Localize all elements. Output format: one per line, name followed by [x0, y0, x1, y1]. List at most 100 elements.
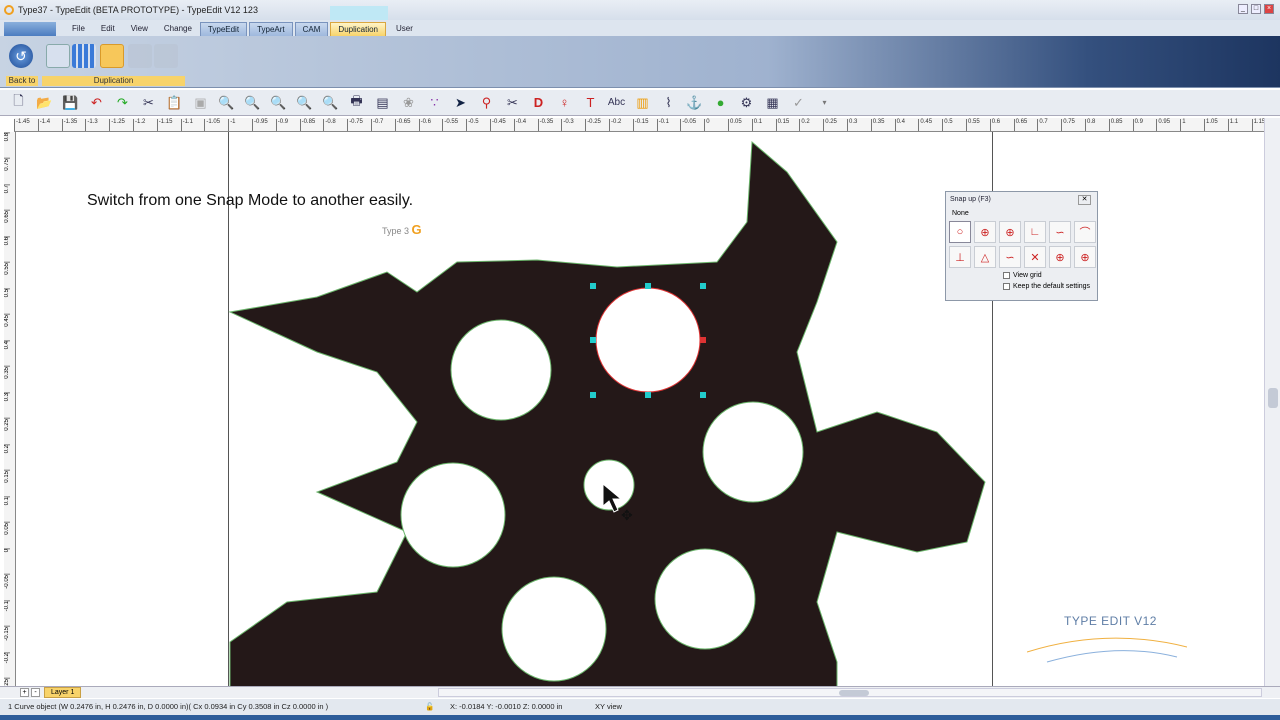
- ruler-label: 0.05: [4, 522, 10, 535]
- ruler-label: -0.55: [442, 119, 458, 131]
- text-frame-icon[interactable]: T: [580, 92, 601, 113]
- tutorial-caption: Switch from one Snap Mode to another eas…: [87, 192, 414, 209]
- horizontal-scrollbar[interactable]: [438, 688, 1262, 697]
- hole: [654, 548, 756, 650]
- ruler-label: 0.4: [4, 340, 10, 350]
- tree-duplicate-icon[interactable]: [46, 44, 70, 68]
- vertical-scrollbar[interactable]: [1264, 118, 1280, 690]
- trim-icon[interactable]: ⌇: [658, 92, 679, 113]
- group-icon[interactable]: ❀: [398, 92, 419, 113]
- clipboard-icon[interactable]: ▣: [190, 92, 211, 113]
- add-layer-button[interactable]: +: [20, 688, 29, 697]
- snap-none-option[interactable]: None: [946, 207, 1097, 221]
- app-menu-button[interactable]: [4, 22, 56, 36]
- snap-perpendicular-icon[interactable]: ∟: [1024, 221, 1046, 243]
- machine-icon[interactable]: ▤: [372, 92, 393, 113]
- paste-icon[interactable]: 📋: [164, 92, 185, 113]
- snap-center-icon[interactable]: ○: [949, 221, 971, 243]
- keep-defaults-checkbox[interactable]: Keep the default settings: [946, 281, 1097, 292]
- print-icon[interactable]: 🖶: [346, 92, 367, 113]
- tab-duplication[interactable]: Duplication: [330, 22, 386, 36]
- menu-edit[interactable]: Edit: [93, 22, 123, 36]
- plugin-icon[interactable]: ⚙: [736, 92, 757, 113]
- ruler-label: 0.8: [4, 132, 10, 142]
- view-grid-checkbox[interactable]: View grid: [946, 270, 1097, 281]
- remove-layer-button[interactable]: -: [31, 688, 40, 697]
- zoom-selection-icon[interactable]: 🔍: [320, 92, 341, 113]
- barcode-icon[interactable]: ▥: [632, 92, 653, 113]
- text-tool-icon[interactable]: Abc: [606, 92, 627, 113]
- node-edit-icon[interactable]: ⚲: [476, 92, 497, 113]
- grid-duplicate-icon[interactable]: [72, 44, 96, 68]
- snap-multi-point-icon[interactable]: ⊕: [1049, 246, 1071, 268]
- ruler-label: -0.8: [323, 119, 336, 131]
- 3d-view-icon[interactable]: ▦: [762, 92, 783, 113]
- select-arrow-icon[interactable]: ➤: [450, 92, 471, 113]
- close-button[interactable]: ×: [1264, 4, 1274, 14]
- snap-intersection-icon[interactable]: ✕: [1024, 246, 1046, 268]
- zoom-extents-icon[interactable]: 🔍: [268, 92, 289, 113]
- menu-user[interactable]: User: [388, 22, 421, 36]
- zoom-icon[interactable]: 🔍: [216, 92, 237, 113]
- lock-icon[interactable]: 🔓: [425, 699, 434, 715]
- back-button[interactable]: ↺: [9, 44, 33, 68]
- new-file-icon[interactable]: 🗋: [8, 92, 29, 113]
- snap-offset-point-icon[interactable]: ⊕: [1074, 246, 1096, 268]
- maximize-button[interactable]: □: [1251, 4, 1261, 14]
- ruler-label: 0.15: [775, 119, 789, 131]
- ruler-label: 0: [704, 119, 710, 131]
- open-icon[interactable]: 📂: [34, 92, 55, 113]
- ruler-label: 0.35: [4, 366, 10, 379]
- ruler-label: 0: [4, 548, 10, 553]
- menu-change[interactable]: Change: [156, 22, 200, 36]
- snap-tangent-icon[interactable]: ⌒: [1074, 221, 1096, 243]
- ruler-label: -0.75: [347, 119, 363, 131]
- tab-typeart[interactable]: TypeArt: [249, 22, 293, 36]
- ruler-label: -0.5: [466, 119, 479, 131]
- toolpath-icon[interactable]: ⚓: [684, 92, 705, 113]
- hole: [702, 401, 804, 503]
- path-duplicate-icon[interactable]: [154, 44, 178, 68]
- menu-view[interactable]: View: [123, 22, 156, 36]
- dimension-icon[interactable]: D: [528, 92, 549, 113]
- ruler-label: 0.4: [894, 119, 905, 131]
- snap-triangle-center-icon[interactable]: △: [974, 246, 996, 268]
- circular-duplicate-icon[interactable]: [100, 44, 124, 68]
- ruler-label: 0.25: [823, 119, 837, 131]
- layer-tab[interactable]: Layer 1: [44, 687, 82, 698]
- ruler-label: -0.2: [609, 119, 621, 131]
- step-duplicate-icon[interactable]: [128, 44, 152, 68]
- ruler-label: -0.45: [490, 119, 506, 131]
- toolbar-overflow-icon[interactable]: ▾: [814, 92, 835, 113]
- snap-panel-close-button[interactable]: ✕: [1078, 195, 1091, 205]
- zoom-page-icon[interactable]: 🔍: [294, 92, 315, 113]
- anchor-icon[interactable]: ♀: [554, 92, 575, 113]
- knife-icon[interactable]: ✂: [502, 92, 523, 113]
- ruler-label: -0.9: [275, 119, 288, 131]
- ruler-label: -0.15: [4, 626, 10, 641]
- zoom-previous-icon[interactable]: 🔍: [242, 92, 263, 113]
- minimize-button[interactable]: _: [1238, 4, 1248, 14]
- snap-grid-icon[interactable]: ⊕: [974, 221, 996, 243]
- snap-on-curve-icon[interactable]: ∽: [1049, 221, 1071, 243]
- ruler-label: -0.15: [632, 119, 648, 131]
- snap-midpoint-icon[interactable]: ∽: [999, 246, 1021, 268]
- back-label: Back to: [6, 76, 38, 86]
- tab-typeedit[interactable]: TypeEdit: [199, 22, 248, 36]
- undo-icon[interactable]: ↶: [86, 92, 107, 113]
- save-icon[interactable]: 💾: [60, 92, 81, 113]
- snap-axis-icon[interactable]: ⊥: [949, 246, 971, 268]
- ruler-label: 0.75: [4, 158, 10, 171]
- ruler-label: 0.3: [4, 392, 10, 402]
- tab-cam[interactable]: CAM: [294, 22, 329, 36]
- cut-icon[interactable]: ✂: [138, 92, 159, 113]
- ruler-label: 0.2: [4, 444, 10, 454]
- snap-point-icon[interactable]: ⊕: [999, 221, 1021, 243]
- nodes-icon[interactable]: ∵: [424, 92, 445, 113]
- ruler-label: -1.4: [37, 119, 50, 131]
- menu-file[interactable]: File: [64, 22, 93, 36]
- check-icon[interactable]: ✓: [788, 92, 809, 113]
- ruler-label: 0.6: [989, 119, 1000, 131]
- color-icon[interactable]: ●: [710, 92, 731, 113]
- redo-icon[interactable]: ↷: [112, 92, 133, 113]
